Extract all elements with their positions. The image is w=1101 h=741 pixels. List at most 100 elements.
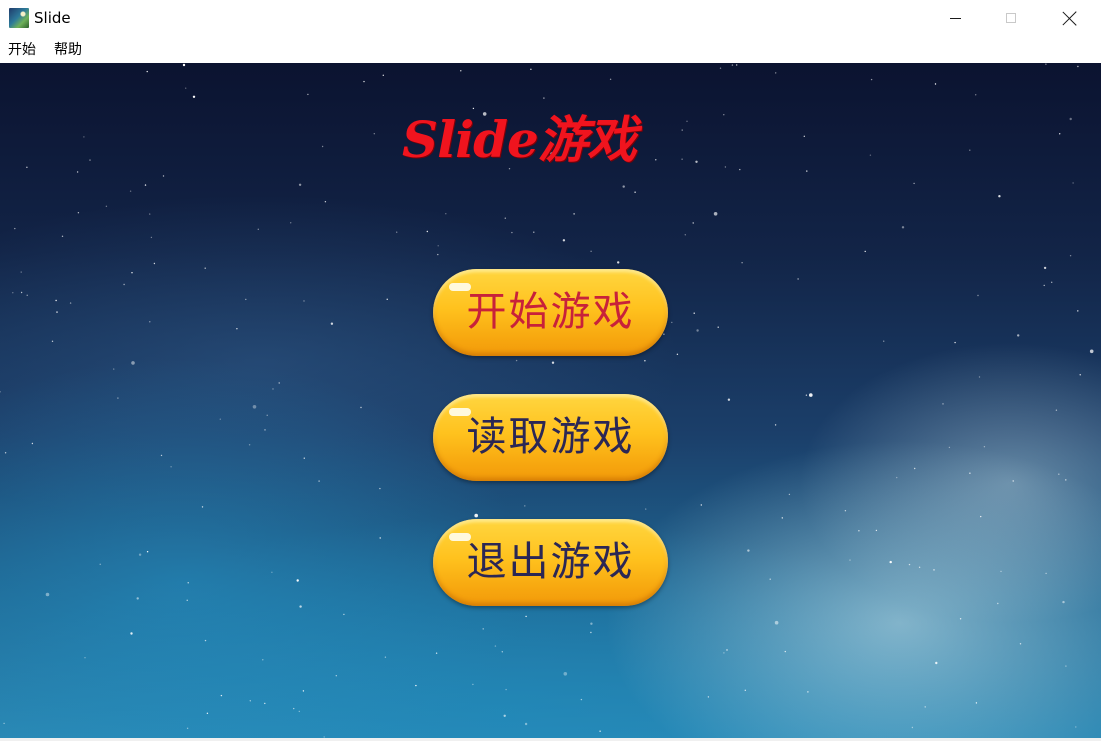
star bbox=[426, 230, 428, 233]
star bbox=[14, 227, 16, 230]
quit-game-button[interactable]: 退出游戏 bbox=[433, 519, 668, 606]
star bbox=[298, 710, 300, 713]
star bbox=[236, 328, 238, 330]
star bbox=[515, 359, 518, 362]
star bbox=[844, 510, 847, 512]
star bbox=[192, 95, 196, 98]
star bbox=[293, 707, 295, 710]
star bbox=[784, 650, 786, 653]
star bbox=[1062, 600, 1065, 604]
star bbox=[1065, 479, 1067, 481]
star bbox=[901, 226, 905, 229]
star bbox=[590, 622, 593, 625]
star bbox=[245, 298, 247, 301]
star bbox=[131, 272, 133, 274]
star bbox=[948, 446, 951, 449]
star bbox=[266, 414, 268, 416]
star bbox=[56, 311, 58, 313]
star bbox=[530, 68, 532, 70]
star bbox=[806, 170, 808, 172]
star bbox=[977, 294, 979, 297]
star bbox=[933, 569, 935, 571]
star bbox=[645, 508, 647, 510]
load-game-label: 读取游戏 bbox=[466, 414, 635, 460]
star bbox=[494, 645, 497, 647]
minimize-button[interactable] bbox=[926, 0, 984, 36]
star bbox=[162, 175, 165, 177]
app-landscape-icon bbox=[9, 8, 29, 28]
star bbox=[1045, 572, 1047, 575]
star bbox=[774, 424, 777, 426]
star bbox=[959, 618, 962, 620]
star bbox=[330, 322, 334, 325]
star bbox=[129, 190, 132, 192]
star bbox=[975, 702, 978, 704]
star bbox=[1079, 374, 1081, 376]
star bbox=[31, 442, 34, 445]
menu-help[interactable]: 帮助 bbox=[54, 41, 82, 59]
star bbox=[788, 493, 791, 496]
star bbox=[980, 515, 982, 518]
window-title: Slide bbox=[34, 9, 71, 27]
star bbox=[1055, 409, 1058, 411]
start-game-label: 开始游戏 bbox=[466, 289, 635, 335]
star bbox=[797, 278, 799, 280]
star bbox=[307, 93, 309, 96]
star bbox=[130, 632, 133, 635]
load-game-button[interactable]: 读取游戏 bbox=[433, 394, 668, 481]
star bbox=[671, 321, 673, 324]
menu-start[interactable]: 开始 bbox=[8, 41, 36, 59]
star bbox=[908, 563, 911, 566]
star bbox=[379, 487, 381, 490]
star bbox=[89, 159, 91, 161]
title-bar[interactable]: Slide bbox=[0, 0, 1101, 36]
star bbox=[160, 454, 163, 457]
star bbox=[644, 360, 646, 362]
star bbox=[726, 649, 728, 651]
star bbox=[723, 114, 725, 116]
quit-game-label: 退出游戏 bbox=[466, 539, 635, 585]
star bbox=[298, 183, 302, 186]
star bbox=[580, 698, 583, 701]
star bbox=[335, 675, 337, 677]
star bbox=[1069, 117, 1072, 121]
star bbox=[775, 72, 777, 74]
star bbox=[870, 78, 873, 81]
maximize-button[interactable] bbox=[982, 0, 1040, 36]
star bbox=[869, 154, 872, 156]
star bbox=[153, 262, 156, 265]
star bbox=[343, 613, 345, 616]
star bbox=[599, 730, 601, 732]
star bbox=[803, 135, 805, 137]
star bbox=[983, 446, 986, 448]
star bbox=[131, 361, 135, 365]
star bbox=[445, 213, 447, 215]
start-game-button[interactable]: 开始游戏 bbox=[433, 269, 668, 356]
star bbox=[26, 294, 28, 296]
star bbox=[914, 467, 916, 470]
star bbox=[717, 326, 719, 328]
star bbox=[186, 599, 188, 601]
star bbox=[781, 517, 783, 519]
star bbox=[149, 213, 151, 215]
star bbox=[249, 700, 251, 702]
star bbox=[1059, 133, 1061, 135]
star bbox=[1069, 255, 1072, 257]
star bbox=[76, 171, 79, 173]
star bbox=[1058, 473, 1060, 475]
close-icon bbox=[1063, 11, 1077, 25]
star bbox=[551, 361, 555, 364]
star bbox=[617, 261, 620, 264]
star bbox=[482, 628, 484, 630]
star bbox=[805, 394, 808, 396]
star bbox=[913, 182, 915, 185]
close-button[interactable] bbox=[1041, 0, 1099, 36]
star bbox=[731, 64, 734, 66]
star bbox=[219, 418, 221, 420]
star bbox=[105, 205, 108, 207]
star bbox=[1077, 65, 1079, 68]
star bbox=[543, 97, 545, 99]
star bbox=[1051, 281, 1053, 283]
star bbox=[170, 466, 172, 468]
star bbox=[55, 299, 57, 302]
